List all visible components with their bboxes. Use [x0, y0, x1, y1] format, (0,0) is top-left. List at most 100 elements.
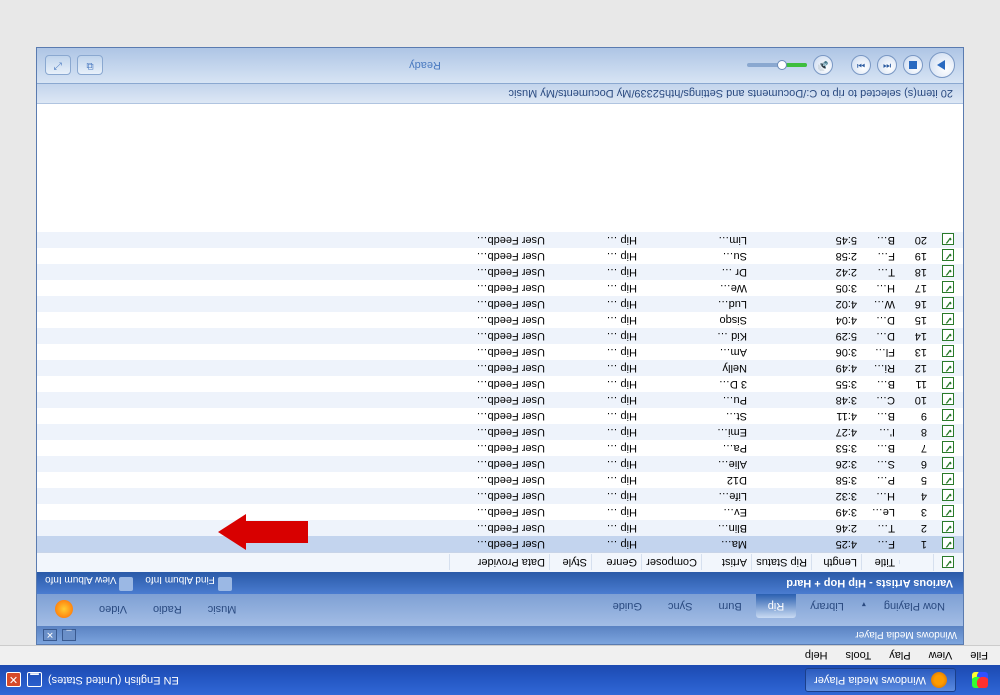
row-checkbox[interactable]: ✓: [943, 410, 955, 422]
mute-button[interactable]: 🔊: [813, 56, 833, 76]
row-checkbox[interactable]: ✓: [943, 346, 955, 358]
next-button[interactable]: ⏭: [851, 56, 871, 76]
track-row[interactable]: ✓19F…2:58Su…Hip …User Feedb…: [37, 248, 963, 264]
row-data-provider: User Feedb…: [449, 296, 549, 312]
col-rip-status[interactable]: Rip Status: [751, 555, 811, 571]
row-checkbox[interactable]: ✓: [943, 314, 955, 326]
compact-mode-button[interactable]: ⧉: [77, 56, 103, 76]
fullscreen-button[interactable]: ⤢: [45, 56, 71, 76]
track-row[interactable]: ✓2T…2:46Blin…Hip …User Feedb…: [37, 520, 963, 536]
tab-guide[interactable]: Guide: [601, 594, 654, 618]
stop-button[interactable]: [903, 56, 923, 76]
language-indicator[interactable]: EN English (United States): [48, 674, 179, 686]
row-number: 12: [899, 360, 933, 376]
col-data-provider[interactable]: Data Provider: [449, 555, 549, 571]
row-composer: [641, 312, 701, 328]
row-checkbox[interactable]: ✓: [943, 522, 955, 534]
track-row[interactable]: ✓3Le…3:49Ev…Hip …User Feedb…: [37, 504, 963, 520]
tab-radio[interactable]: Radio: [141, 594, 194, 624]
row-checkbox[interactable]: ✓: [943, 362, 955, 374]
row-composer: [641, 248, 701, 264]
col-artist[interactable]: Artist: [701, 555, 751, 571]
row-number: 3: [899, 504, 933, 520]
col-checkbox[interactable]: ✓: [933, 554, 963, 571]
row-checkbox[interactable]: ✓: [943, 394, 955, 406]
menu-tools[interactable]: Tools: [838, 648, 880, 664]
tab-sync[interactable]: Sync: [656, 594, 704, 618]
track-row[interactable]: ✓15D…4:04SisqoHip …User Feedb…: [37, 312, 963, 328]
row-composer: [641, 296, 701, 312]
tab-library[interactable]: Library: [798, 594, 856, 618]
row-length: 4:27: [811, 424, 861, 440]
track-row[interactable]: ✓4H…3:32Life…Hip …User Feedb…: [37, 488, 963, 504]
menu-help[interactable]: Help: [797, 648, 836, 664]
now-playing-dropdown[interactable]: ▾: [858, 594, 870, 615]
row-genre: Hip …: [591, 376, 641, 392]
col-title[interactable]: Title: [861, 555, 899, 571]
services-menu[interactable]: [43, 594, 85, 624]
row-style: [549, 536, 591, 552]
track-row[interactable]: ✓5P…3:58D12Hip …User Feedb…: [37, 472, 963, 488]
row-checkbox[interactable]: ✓: [943, 474, 955, 486]
play-button[interactable]: [929, 53, 955, 79]
track-row[interactable]: ✓14D…5:29Kid …Hip …User Feedb…: [37, 328, 963, 344]
row-checkbox[interactable]: ✓: [943, 378, 955, 390]
row-checkbox[interactable]: ✓: [943, 426, 955, 438]
tab-rip[interactable]: Rip: [756, 594, 797, 618]
row-checkbox[interactable]: ✓: [943, 250, 955, 262]
row-checkbox[interactable]: ✓: [943, 266, 955, 278]
col-length[interactable]: Length: [811, 555, 861, 571]
window-close-button[interactable]: ✕: [43, 629, 57, 641]
col-genre[interactable]: Genre: [591, 555, 641, 571]
track-row[interactable]: ✓6S…3:26Alie…Hip …User Feedb…: [37, 456, 963, 472]
menu-file[interactable]: File: [962, 648, 996, 664]
row-checkbox[interactable]: ✓: [943, 298, 955, 310]
row-length: 2:46: [811, 520, 861, 536]
track-row[interactable]: ✓8I'…4:27Emi…Hip …User Feedb…: [37, 424, 963, 440]
track-row[interactable]: ✓7B…3:53Pa…Hip …User Feedb…: [37, 440, 963, 456]
row-checkbox[interactable]: ✓: [943, 234, 955, 246]
row-checkbox[interactable]: ✓: [943, 458, 955, 470]
row-genre: Hip …: [591, 488, 641, 504]
track-row[interactable]: ✓9B…4:11St…Hip …User Feedb…: [37, 408, 963, 424]
tab-burn[interactable]: Burn: [706, 594, 753, 618]
track-row[interactable]: ✓17H…3:05We…Hip …User Feedb…: [37, 280, 963, 296]
track-row[interactable]: ✓10C…3:48Pu…Hip …User Feedb…: [37, 392, 963, 408]
window-minimize-button[interactable]: _: [62, 629, 76, 641]
find-album-info-button[interactable]: Find Album Info: [145, 575, 231, 592]
col-number[interactable]: [899, 561, 933, 565]
start-button[interactable]: [966, 672, 994, 688]
taskbar-item-wmp[interactable]: Windows Media Player: [805, 668, 956, 692]
prev-button[interactable]: ⏮: [877, 56, 897, 76]
row-checkbox[interactable]: ✓: [943, 442, 955, 454]
row-checkbox[interactable]: ✓: [943, 490, 955, 502]
tray-close-icon[interactable]: ✕: [6, 673, 21, 688]
row-genre: Hip …: [591, 312, 641, 328]
view-album-info-button[interactable]: View Album Info: [45, 575, 133, 592]
row-artist: Sisqo: [701, 312, 751, 328]
row-genre: Hip …: [591, 232, 641, 248]
menu-play[interactable]: Play: [881, 648, 918, 664]
track-row[interactable]: ✓12Ri…4:49NellyHip …User Feedb…: [37, 360, 963, 376]
row-checkbox[interactable]: ✓: [943, 330, 955, 342]
track-row[interactable]: ✓1F…4:25Ma…Hip …User Feedb…: [37, 536, 963, 552]
row-artist: Lud…: [701, 296, 751, 312]
tab-music[interactable]: Music: [196, 594, 249, 624]
row-composer: [641, 520, 701, 536]
menu-view[interactable]: View: [921, 648, 961, 664]
row-checkbox[interactable]: ✓: [943, 538, 955, 550]
col-style[interactable]: Style: [549, 555, 591, 571]
track-row[interactable]: ✓11B…3:553 D…Hip …User Feedb…: [37, 376, 963, 392]
tray-minimize-icon[interactable]: ▁: [27, 673, 42, 688]
track-row[interactable]: ✓20B…5:45Lim…Hip …User Feedb…: [37, 232, 963, 248]
col-composer[interactable]: Composer: [641, 555, 701, 571]
tab-video[interactable]: Video: [87, 594, 139, 624]
track-row[interactable]: ✓16W…4:02Lud…Hip …User Feedb…: [37, 296, 963, 312]
volume-slider[interactable]: [747, 64, 807, 68]
track-row[interactable]: ✓18T…2:42Dr …Hip …User Feedb…: [37, 264, 963, 280]
row-checkbox[interactable]: ✓: [943, 506, 955, 518]
tab-now-playing[interactable]: Now Playing: [872, 594, 957, 618]
track-row[interactable]: ✓13Fl…3:06Am…Hip …User Feedb…: [37, 344, 963, 360]
row-checkbox[interactable]: ✓: [943, 282, 955, 294]
column-headers: ✓ Title Length Rip Status Artist Compose…: [37, 552, 963, 572]
